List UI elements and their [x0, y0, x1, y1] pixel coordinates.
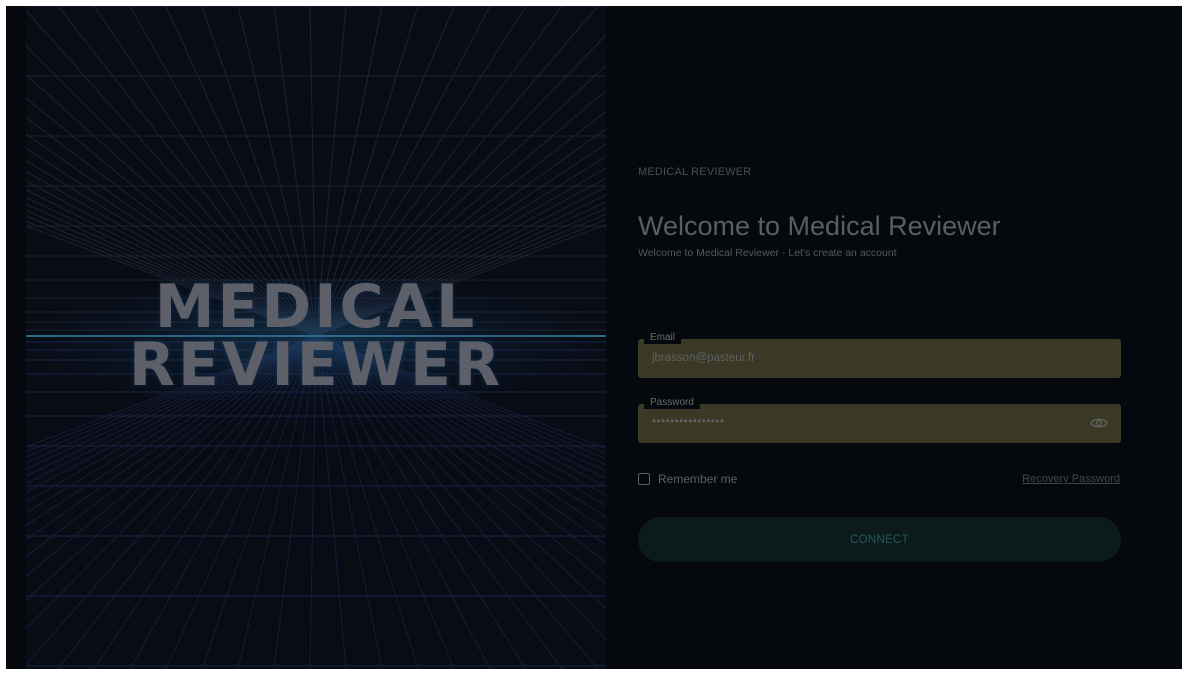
- remember-me-checkbox[interactable]: [638, 473, 650, 485]
- remember-me-label: Remember me: [658, 472, 738, 486]
- recovery-password-link[interactable]: Recovery Password: [1022, 473, 1120, 485]
- app-window: MEDICAL REVIEWER MEDICAL REVIEWER Welcom…: [6, 6, 1182, 669]
- brand-label: MEDICAL REVIEWER: [638, 166, 752, 178]
- logo-line-reviewer: REVIEWER: [128, 330, 504, 400]
- email-label: Email: [644, 332, 682, 344]
- remember-me[interactable]: Remember me: [638, 472, 737, 486]
- page-title: Welcome to Medical Reviewer: [638, 211, 1001, 241]
- page-subtitle: Welcome to Medical Reviewer - Let's crea…: [638, 247, 897, 259]
- hero-panel: MEDICAL REVIEWER: [26, 6, 606, 669]
- connect-button[interactable]: CONNECT: [638, 517, 1121, 562]
- email-field[interactable]: Email jbrasson@pasteur.fr: [638, 332, 1121, 378]
- email-input[interactable]: jbrasson@pasteur.fr: [652, 352, 755, 364]
- hero-logo: MEDICAL REVIEWER: [26, 272, 606, 400]
- password-label: Password: [644, 397, 700, 409]
- password-field[interactable]: Password ••••••••••••••••: [638, 397, 1121, 443]
- password-input[interactable]: ••••••••••••••••: [652, 416, 724, 428]
- connect-label: CONNECT: [850, 533, 909, 546]
- logo-line-medical: MEDICAL: [154, 272, 478, 342]
- eye-icon[interactable]: [1090, 416, 1108, 430]
